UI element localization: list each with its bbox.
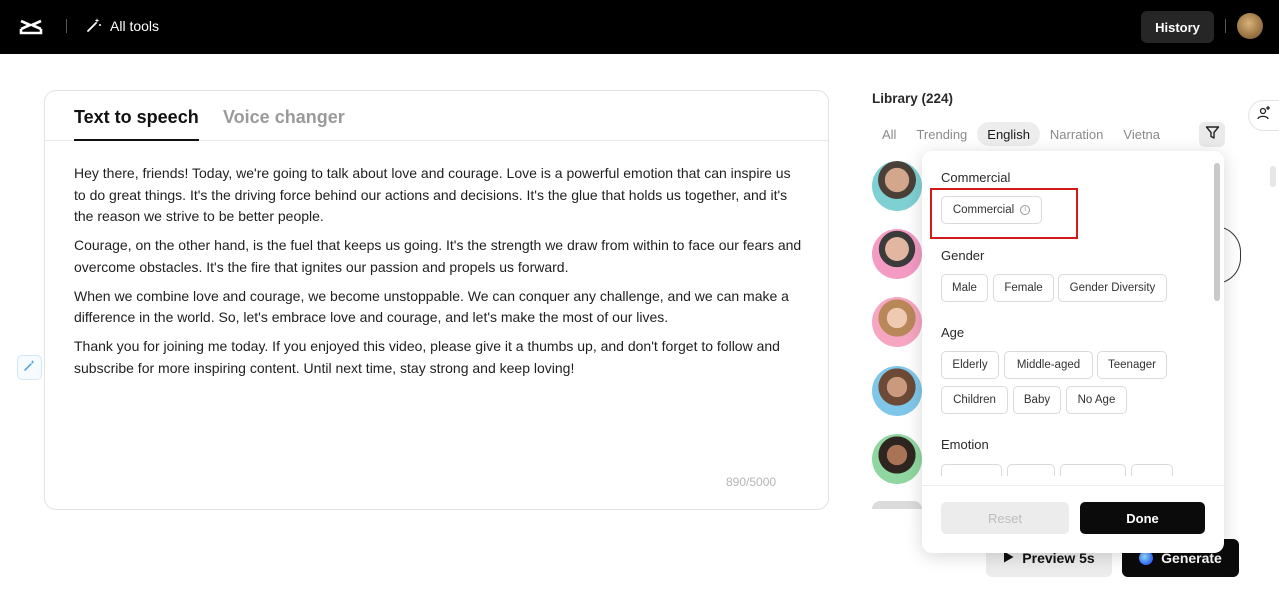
tab-text-to-speech[interactable]: Text to speech <box>74 107 199 141</box>
chip-middle-aged[interactable]: Middle-aged <box>1004 351 1093 379</box>
highlight-annotation <box>930 188 1078 239</box>
page-scrollbar[interactable] <box>1270 166 1276 187</box>
all-tools-button[interactable]: All tools <box>86 16 159 36</box>
chip-emotion[interactable] <box>1007 464 1055 476</box>
voice-avatar[interactable] <box>872 501 922 509</box>
generate-orb-icon <box>1139 551 1154 565</box>
library-tabs: All Trending English Narration Vietna <box>872 122 1197 146</box>
voice-avatar[interactable] <box>872 161 922 211</box>
top-bar: All tools History <box>0 0 1279 54</box>
voice-avatar[interactable] <box>872 434 922 484</box>
library-tab-all[interactable]: All <box>872 122 906 146</box>
ai-write-button[interactable] <box>17 355 42 380</box>
person-plus-icon <box>1256 105 1272 126</box>
chip-emotion[interactable] <box>1060 464 1126 476</box>
chip-baby[interactable]: Baby <box>1013 386 1061 414</box>
all-tools-label: All tools <box>110 18 160 34</box>
capcut-logo-icon[interactable] <box>18 14 44 40</box>
divider <box>66 19 67 33</box>
magic-pen-icon <box>23 359 36 377</box>
library-tab-vietnamese[interactable]: Vietna <box>1113 122 1170 146</box>
chip-emotion[interactable] <box>1131 464 1173 476</box>
filter-icon <box>1205 125 1220 145</box>
character-counter: 890/5000 <box>726 475 777 489</box>
editor-tabs: Text to speech Voice changer <box>45 91 828 141</box>
tab-voice-changer[interactable]: Voice changer <box>223 107 345 128</box>
filter-options: Commercial Commercial i Gender Male Fema… <box>922 151 1212 478</box>
chip-emotion[interactable] <box>941 464 1002 476</box>
chip-gender-diversity[interactable]: Gender Diversity <box>1058 274 1167 302</box>
history-button[interactable]: History <box>1141 11 1214 43</box>
reset-button[interactable]: Reset <box>941 502 1069 534</box>
chip-elderly[interactable]: Elderly <box>941 351 999 379</box>
chip-children[interactable]: Children <box>941 386 1008 414</box>
filter-button[interactable] <box>1199 122 1225 147</box>
section-title-commercial: Commercial <box>941 170 1011 185</box>
voice-avatar[interactable] <box>872 297 922 347</box>
magic-wand-icon <box>86 17 102 36</box>
chip-female[interactable]: Female <box>993 274 1054 302</box>
section-title-gender: Gender <box>941 248 985 263</box>
filter-popover: Commercial Commercial i Gender Male Fema… <box>922 151 1224 553</box>
library-tab-narration[interactable]: Narration <box>1040 122 1113 146</box>
section-title-emotion: Emotion <box>941 437 989 452</box>
divider <box>922 485 1224 486</box>
user-avatar[interactable] <box>1237 13 1263 39</box>
section-title-age: Age <box>941 325 965 340</box>
paragraph: Courage, on the other hand, is the fuel … <box>74 237 802 275</box>
divider <box>1225 19 1226 33</box>
script-textarea[interactable]: Hey there, friends! Today, we're going t… <box>74 163 804 387</box>
text-editor-card: Text to speech Voice changer Hey there, … <box>44 90 829 510</box>
chip-no-age[interactable]: No Age <box>1066 386 1127 414</box>
chip-male[interactable]: Male <box>941 274 988 302</box>
paragraph: Hey there, friends! Today, we're going t… <box>74 165 791 224</box>
paragraph: When we combine love and courage, we bec… <box>74 287 789 326</box>
voice-avatar[interactable] <box>872 366 922 416</box>
voice-avatar[interactable] <box>872 229 922 279</box>
done-button[interactable]: Done <box>1080 502 1205 534</box>
popover-scrollbar[interactable] <box>1214 163 1220 301</box>
paragraph: Thank you for joining me today. If you e… <box>74 338 780 376</box>
library-title: Library (224) <box>872 91 954 106</box>
library-tab-trending[interactable]: Trending <box>906 122 977 146</box>
upload-voice-button[interactable] <box>1248 100 1279 131</box>
chip-teenager[interactable]: Teenager <box>1097 351 1167 379</box>
library-tab-english[interactable]: English <box>977 122 1040 146</box>
